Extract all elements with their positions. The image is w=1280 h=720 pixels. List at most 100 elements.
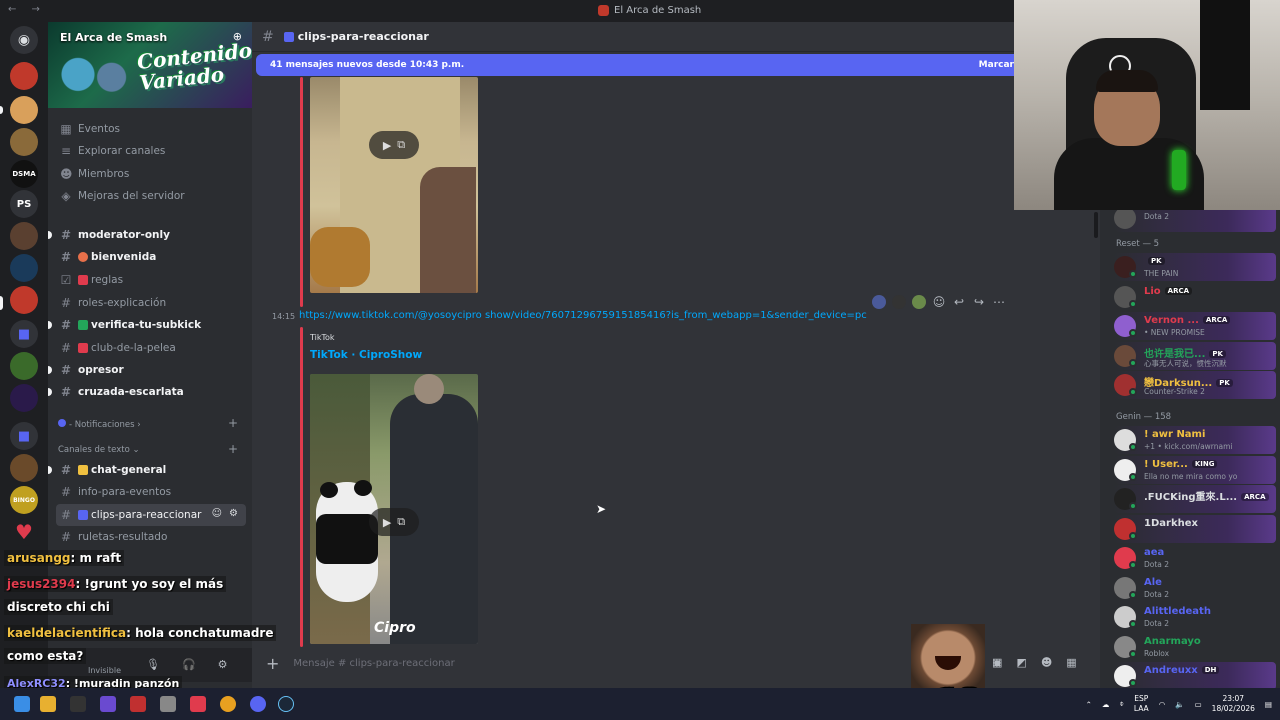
settings-icon[interactable]: ⚙	[229, 508, 238, 519]
app-icon[interactable]	[100, 696, 116, 712]
server-icon[interactable]	[10, 222, 38, 250]
channel-chat-general[interactable]: # chat-general	[56, 459, 246, 481]
app-icon[interactable]	[160, 696, 176, 712]
chrome-icon[interactable]	[220, 696, 236, 712]
channel-reglas[interactable]: ☑ reglas	[56, 269, 246, 291]
category-text-channels[interactable]: Canales de texto ⌄	[58, 445, 140, 455]
add-channel-button[interactable]: +	[228, 416, 238, 430]
discord-icon[interactable]	[250, 696, 266, 712]
member-row[interactable]: .FUCKing重來.L... ARCA	[1114, 485, 1276, 513]
member-row[interactable]: ! awr Nami +1 • kick.com/awrnami	[1114, 426, 1276, 454]
server-name[interactable]: El Arca de Smash	[60, 31, 167, 44]
server-icon[interactable]: PS	[10, 190, 38, 218]
member-row[interactable]: PK THE PAIN	[1114, 253, 1276, 281]
server-icon[interactable]: BINGO	[10, 486, 38, 514]
server-icon[interactable]	[10, 62, 38, 90]
folder-icon[interactable]: ■	[10, 422, 38, 450]
member-row[interactable]: Anarmayo Roblox	[1114, 633, 1276, 661]
channel-opresor[interactable]: # opresor	[56, 359, 246, 381]
windows-start-icon[interactable]	[14, 696, 30, 712]
app-icon[interactable]	[130, 696, 146, 712]
role-tag: ARCA	[1202, 316, 1231, 324]
reaction-icon[interactable]	[872, 295, 886, 309]
mic-icon[interactable]: ⌽	[1119, 699, 1124, 709]
battery-icon[interactable]: ▭	[1195, 700, 1202, 709]
apps-icon[interactable]: ▦	[1066, 656, 1076, 669]
member-row[interactable]: Lio ARCA	[1114, 283, 1276, 311]
clock[interactable]: 23:07 18/02/2026	[1212, 694, 1255, 714]
server-icon[interactable]	[10, 352, 38, 380]
server-icon[interactable]	[10, 254, 38, 282]
more-icon[interactable]: ⋯	[992, 295, 1006, 309]
member-row[interactable]: Ale Dota 2	[1114, 574, 1276, 602]
nav-browse[interactable]: ≡ Explorar canales	[56, 140, 246, 162]
folder-icon[interactable]: ■	[10, 320, 38, 348]
play-button[interactable]: ▶ ⧉	[369, 131, 419, 159]
member-row[interactable]: 戀Darksun... PK Counter-Strike 2	[1114, 371, 1276, 399]
channel-cruzada-escarlata[interactable]: # cruzada-escarlata	[56, 381, 246, 403]
reply-icon[interactable]: ↩	[952, 295, 966, 309]
invite-icon[interactable]: ☺	[212, 508, 222, 519]
explorer-icon[interactable]	[40, 696, 56, 712]
gif-icon[interactable]: ▣	[992, 656, 1002, 669]
discord-home-icon[interactable]: ◉	[10, 26, 38, 54]
server-banner[interactable]: Contenido Variado El Arca de Smash ⊕	[48, 22, 252, 108]
member-row[interactable]: ! User... KING Ella no me mira como yo	[1114, 455, 1276, 484]
app-icon[interactable]	[190, 696, 206, 712]
chevron-up-icon[interactable]: ⌃	[1086, 700, 1092, 709]
server-icon[interactable]	[10, 454, 38, 482]
new-messages-bar[interactable]: 41 mensajes nuevos desde 10:43 p.m. Marc…	[256, 54, 1016, 76]
member-row[interactable]: Vernon ... ARCA • NEW PROMISE	[1114, 312, 1276, 340]
nav-members[interactable]: ☻ Miembros	[56, 163, 246, 185]
forward-icon[interactable]: ↪	[972, 295, 986, 309]
member-row[interactable]: Alittledeath Dota 2	[1114, 603, 1276, 631]
member-row[interactable]: 也许是我已... PK 心事无人可说，惯性沉默	[1114, 341, 1276, 370]
channel-moderator-only[interactable]: # moderator-only	[56, 224, 246, 246]
member-row[interactable]: 1Darkhex	[1114, 514, 1276, 543]
network-icon[interactable]: ☁	[1102, 700, 1110, 709]
invite-icon[interactable]: ⊕	[233, 30, 242, 43]
member-row[interactable]: aea Dota 2	[1114, 544, 1276, 572]
play-button[interactable]: ▶ ⧉	[369, 508, 419, 536]
channel-roles-explicacion[interactable]: # roles-explicación	[56, 292, 246, 314]
reaction-icon[interactable]	[912, 295, 926, 309]
emoji-icon[interactable]: ☻	[1041, 656, 1052, 669]
member-activity: Dota 2	[1144, 212, 1170, 221]
add-channel-button[interactable]: +	[228, 442, 238, 456]
channel-info-para-eventos[interactable]: # info-para-eventos	[56, 481, 246, 503]
wifi-icon[interactable]: ◠	[1159, 700, 1166, 709]
steam-icon[interactable]	[278, 696, 294, 712]
heart-icon[interactable]: ♥	[10, 518, 38, 546]
mark-read-button[interactable]: Marcar	[979, 60, 1014, 70]
nav-boosts[interactable]: ◈ Mejoras del servidor	[56, 185, 246, 207]
member-scrollbar[interactable]	[1094, 212, 1098, 238]
nav-events[interactable]: ▦ Eventos	[56, 118, 246, 140]
volume-icon[interactable]: 🔈	[1175, 700, 1184, 709]
banner-faces	[54, 52, 134, 108]
video-embed[interactable]: Cipro ▶ ⧉	[310, 374, 478, 644]
message-input[interactable]: Mensaje # clips-para-reaccionar	[293, 658, 454, 669]
member-row[interactable]: Andreuxx DH	[1114, 662, 1276, 690]
category-notifications[interactable]: - Notificaciones ›	[58, 419, 141, 430]
video-embed[interactable]: ▶ ⧉	[310, 77, 478, 293]
app-icon[interactable]	[70, 696, 86, 712]
server-icon[interactable]: DSMA	[10, 160, 38, 188]
channel-club-de-la-pelea[interactable]: # club-de-la-pelea	[56, 337, 246, 359]
language-indicator[interactable]: ESP LAA	[1134, 694, 1149, 714]
reaction-icon[interactable]	[892, 295, 906, 309]
embed-title[interactable]: TikTok · CiproShow	[310, 349, 422, 361]
server-icon[interactable]	[10, 286, 38, 314]
add-reaction-icon[interactable]: ☺	[932, 295, 946, 309]
notification-icon[interactable]: ▤	[1265, 700, 1272, 709]
hash-icon: #	[60, 463, 72, 477]
server-icon[interactable]	[10, 384, 38, 412]
server-icon[interactable]	[10, 96, 38, 124]
message-link[interactable]: https://www.tiktok.com/@yosoycipro show/…	[299, 310, 867, 321]
channel-clips-para-reaccionar[interactable]: # clips-para-reaccionar ⚙ ☺	[56, 504, 246, 526]
channel-verifica-tu-subkick[interactable]: # verifica-tu-subkick	[56, 314, 246, 336]
server-icon[interactable]	[10, 128, 38, 156]
channel-bienvenida[interactable]: # bienvenida	[56, 246, 246, 268]
history-nav[interactable]: ← →	[8, 4, 46, 15]
status-dot	[1129, 358, 1137, 367]
sticker-icon[interactable]: ◩	[1016, 656, 1026, 669]
